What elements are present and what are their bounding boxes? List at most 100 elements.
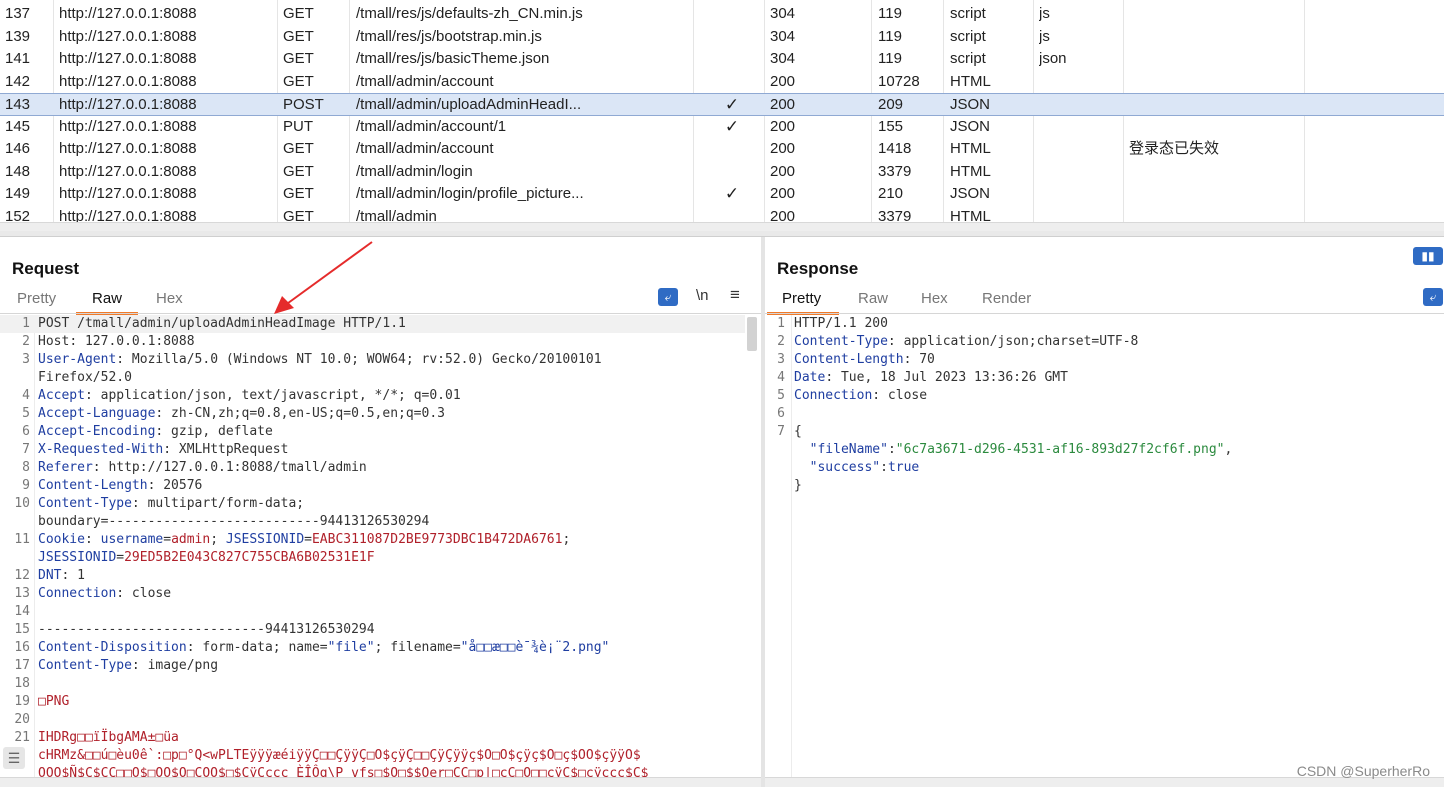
response-editor[interactable]: 1 HTTP/1.1 200 2 Content-Type: application/… [765,315,1444,787]
code-line: } [765,477,1444,495]
code-text: Connection: close [794,387,927,405]
code-line: 5 Connection: close [765,387,1444,405]
history-row[interactable]: 139 http://127.0.0.1:8088 GET/tmall/res/js… [0,26,1444,49]
line-number: 6 [777,406,785,421]
cell-id: 142 [5,72,31,90]
tab-render[interactable]: Render [982,290,1031,307]
request-editor[interactable]: 1 POST /tmall/admin/uploadAdminHeadImage … [0,315,761,787]
token: "6c7a3671-d296-4531-af16-893d27f2cf6f.pn… [895,442,1225,457]
cell-status: 200 [770,117,796,135]
token: EABC311087D2BE9773DBC1B472DA6761 [311,532,563,547]
wrap-lines-icon[interactable]: ⤶ [1423,288,1443,306]
line-number: 12 [14,568,30,583]
tab-hex[interactable]: Hex [921,290,948,307]
tab-raw[interactable]: Raw [92,290,122,307]
code-line: 16 Content-Disposition: form-data; name="… [0,639,745,657]
line-number: 11 [14,532,30,547]
token: □PNG [38,694,70,709]
cell-method: GET [283,72,314,90]
code-line: 3 User-Agent: Mozilla/5.0 (Windows NT 10.… [0,351,745,369]
line-number: 19 [14,694,30,709]
cell-host: http://127.0.0.1:8088 [59,50,197,67]
history-row[interactable]: 142 http://127.0.0.1:8088 GET/tmall/admin/… [0,71,1444,94]
cell-host: http://127.0.0.1:8088 [59,72,197,90]
token: : 20576 [147,478,203,493]
cell-url: /tmall/res/js/bootstrap.min.js [356,27,542,45]
code-text: Content-Type: multipart/form-data; [38,495,304,513]
token: ; [210,532,226,547]
line-number: 7 [777,424,785,439]
history-row[interactable]: 146 http://127.0.0.1:8088 GET/tmall/admin/… [0,138,1444,161]
cell-edited: ✓ [724,95,740,114]
token: username [100,532,164,547]
tab-pretty[interactable]: Pretty [17,290,56,307]
code-text: cHRMz&□□ú□èu0ê`:□p□°Q<wPLTEÿÿÿæéiÿÿÇ□□Çÿ… [38,747,641,765]
token: = [304,532,312,547]
newline-toggle[interactable]: \n [696,287,709,304]
proxy-history-table: 137 http://127.0.0.1:8088 GET/tmall/res/js… [0,0,1444,226]
tab-raw[interactable]: Raw [858,290,888,307]
token: : zh-CN,zh;q=0.8,en-US;q=0.5,en;q=0.3 [155,406,445,421]
cell-url: /tmall/admin/login/profile_picture... [356,185,584,202]
token: { [794,424,802,439]
code-text: User-Agent: Mozilla/5.0 (Windows NT 10.0… [38,351,602,369]
line-number: 5 [777,388,785,403]
list-view-icon[interactable]: ☰ [3,747,25,769]
code-line: 20 [0,711,745,729]
code-text: boundary=---------------------------9441… [38,513,429,531]
code-text: Host: 127.0.0.1:8088 [38,333,195,351]
cell-method: GET [283,162,314,180]
code-line: "fileName":"6c7a3671-d296-4531-af16-893d… [765,441,1444,459]
history-row[interactable]: 137 http://127.0.0.1:8088 GET/tmall/res/js… [0,3,1444,26]
code-text: Firefox/52.0 [38,369,132,387]
token: : application/json;charset=UTF-8 [887,334,1139,349]
token: : Mozilla/5.0 (Windows NT 10.0; WOW64; r… [116,352,602,367]
cell-method: POST [283,96,324,113]
request-vertical-scrollbar[interactable] [747,317,757,351]
history-row[interactable]: 148 http://127.0.0.1:8088 GET/tmall/admin/… [0,161,1444,184]
request-title: Request [12,259,80,278]
hamburger-icon[interactable]: ≡ [730,285,740,305]
wrap-lines-icon[interactable]: ⤶ [658,288,678,306]
token: : 70 [903,352,935,367]
code-text: "fileName":"6c7a3671-d296-4531-af16-893d… [794,441,1233,459]
request-horizontal-scrollbar[interactable] [0,777,761,787]
code-text: Referer: http://127.0.0.1:8088/tmall/adm… [38,459,367,477]
response-tabs: Pretty Raw Hex Render [765,290,1444,315]
history-row[interactable]: 149 http://127.0.0.1:8088 GET/tmall/admin/… [0,183,1444,206]
history-row[interactable]: 141 http://127.0.0.1:8088 GET/tmall/res/js… [0,48,1444,71]
layout-toggle-icon[interactable]: ▮▮ [1413,247,1443,265]
token: = [163,532,172,547]
cell-status: 200 [770,72,796,90]
code-line: 14 [0,603,745,621]
token: Firefox/52.0 [38,370,132,385]
code-text: HTTP/1.1 200 [794,315,888,333]
tab-hex[interactable]: Hex [156,290,183,307]
code-text: { [794,423,802,441]
token: Connection [794,388,873,403]
token: : application/json, text/javascript, */*… [84,388,461,403]
cell-status: 200 [770,162,796,180]
code-line: Firefox/52.0 [0,369,745,387]
cell-mime: HTML [950,140,991,157]
token: DNT [38,568,62,583]
cell-length: 119 [878,50,902,67]
token: IHDRg□□ïÏbgAMA±□üa [38,730,179,745]
history-row[interactable]: 143 http://127.0.0.1:8088 POST/tmall/admin… [0,93,1444,116]
cell-method: GET [283,50,314,67]
line-number: 4 [22,388,30,403]
watermark: CSDN @SuperherRo [1296,763,1430,779]
token: : http://127.0.0.1:8088/tmall/admin [92,460,367,475]
tab-pretty[interactable]: Pretty [782,290,821,307]
token: "success" [809,460,881,475]
code-line: 12 DNT: 1 [0,567,745,585]
code-line: 7{ [765,423,1444,441]
token: "å□□æ□□è¯¾è¡¨2.png" [460,640,610,655]
cell-edited: ✓ [724,116,740,136]
token: : XMLHttpRequest [163,442,289,457]
history-row[interactable]: 145 http://127.0.0.1:8088 PUT/tmall/admin/… [0,116,1444,139]
cell-mime: JSON [950,96,991,113]
line-number: 4 [777,370,785,385]
code-text: Accept-Encoding: gzip, deflate [38,423,273,441]
